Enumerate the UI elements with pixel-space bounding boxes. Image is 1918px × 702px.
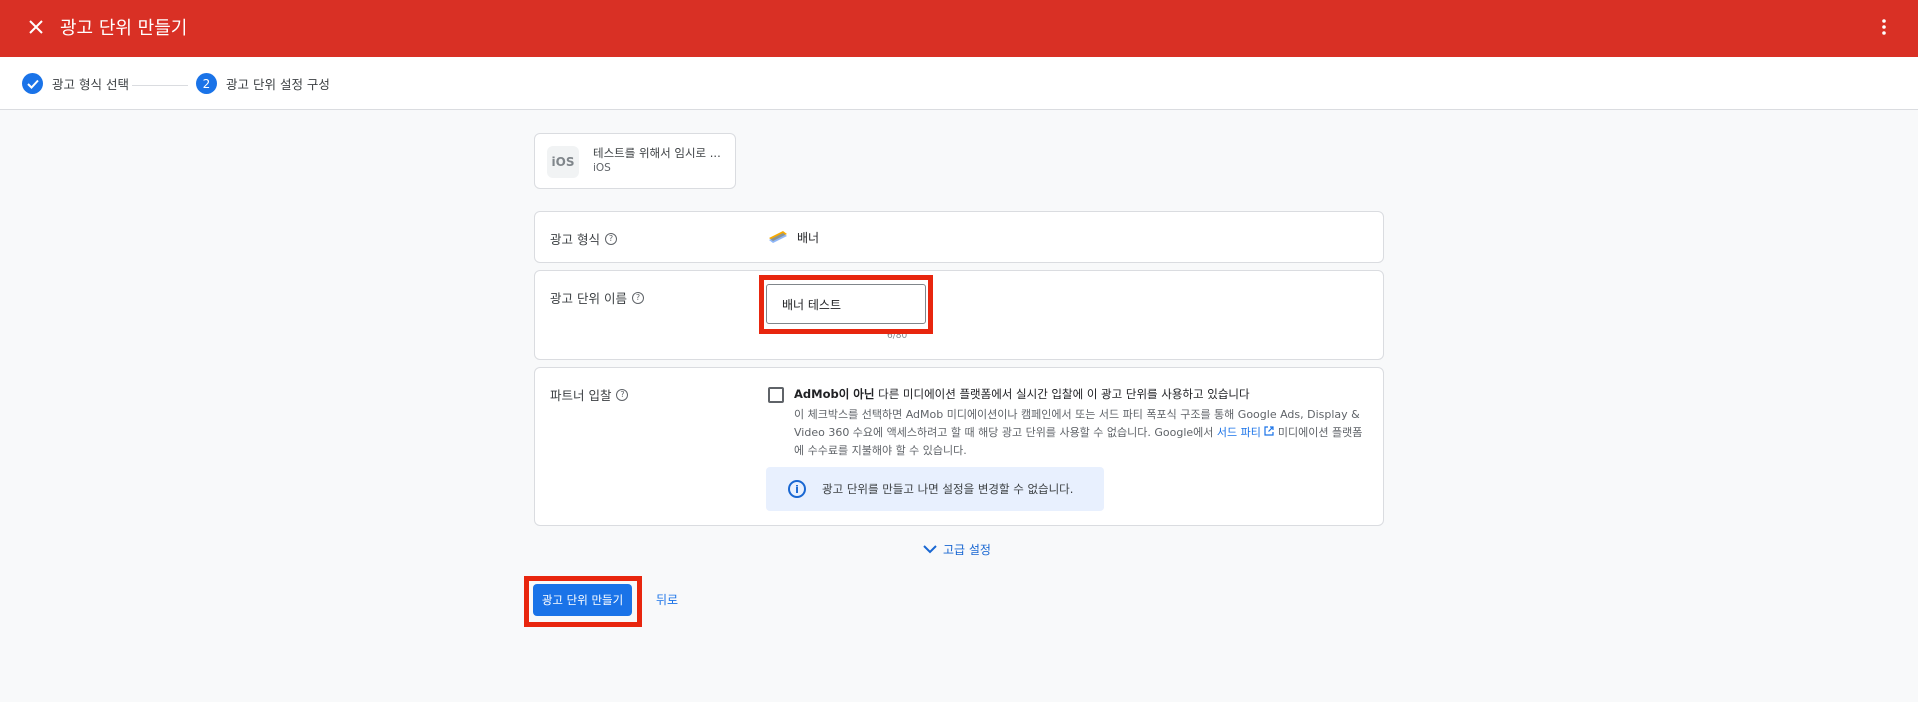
advanced-settings-label: 고급 설정 [943, 543, 991, 557]
ad-format-value-text: 배너 [797, 231, 820, 245]
app-header: 광고 단위 만들기 [0, 0, 1918, 57]
partner-bidding-card: 파트너 입찰 ? AdMob이 아닌 다른 미디에이션 플랫폼에서 실시간 입찰… [534, 367, 1384, 526]
third-party-link[interactable]: 서드 파티 [1216, 426, 1275, 439]
highlight-name-input [759, 275, 933, 334]
partner-bidding-label-text: 파트너 입찰 [550, 388, 612, 403]
help-icon[interactable]: ? [604, 232, 617, 245]
step-number: 2 [196, 73, 217, 94]
partner-bidding-description: 이 체크박스를 선택하면 AdMob 미디에이션이나 캠페인에서 또는 서드 파… [794, 406, 1364, 460]
chevron-down-icon [923, 543, 937, 557]
help-icon[interactable]: ? [616, 388, 629, 401]
ad-format-card: 광고 형식 ? 배너 [534, 211, 1384, 263]
back-button[interactable]: 뒤로 [656, 591, 678, 608]
info-icon: i [788, 480, 806, 498]
external-link-icon [1264, 426, 1275, 439]
app-name: 테스트를 위해서 임시로 ... [593, 146, 721, 160]
ios-app-icon: iOS [547, 146, 579, 178]
ad-format-label-text: 광고 형식 [550, 232, 600, 247]
ad-unit-name-label: 광고 단위 이름 ? [550, 288, 644, 307]
info-banner: i 광고 단위를 만들고 나면 설정을 변경할 수 없습니다. [766, 467, 1104, 511]
more-vert-icon[interactable] [1872, 15, 1896, 39]
app-platform: iOS [593, 162, 611, 174]
third-party-link-text: 서드 파티 [1216, 426, 1261, 439]
checkbox-label-bold: AdMob이 아닌 [794, 387, 875, 401]
checkbox-label-rest: 다른 미디에이션 플랫폼에서 실시간 입찰에 이 광고 단위를 사용하고 있습니… [874, 387, 1250, 401]
page-title: 광고 단위 만들기 [60, 18, 188, 39]
app-card: iOS 테스트를 위해서 임시로 ... iOS [534, 133, 736, 189]
partner-bidding-checkbox-label[interactable]: AdMob이 아닌 다른 미디에이션 플랫폼에서 실시간 입찰에 이 광고 단위… [794, 386, 1250, 402]
step-label: 광고 형식 선택 [52, 77, 129, 92]
help-icon[interactable]: ? [631, 291, 644, 304]
highlight-create-button [524, 576, 642, 627]
partner-bidding-checkbox[interactable] [768, 387, 784, 403]
step-configure-settings: 2 광고 단위 설정 구성 [196, 73, 330, 94]
check-circle-icon [22, 73, 43, 94]
step-select-format: 광고 형식 선택 [22, 73, 129, 94]
partner-bidding-label: 파트너 입찰 ? [550, 385, 629, 404]
info-text: 광고 단위를 만들고 나면 설정을 변경할 수 없습니다. [822, 482, 1074, 496]
ad-format-label: 광고 형식 ? [550, 229, 617, 248]
close-icon[interactable] [24, 15, 48, 39]
ad-format-value: 배너 [767, 228, 819, 247]
stepper: 광고 형식 선택 2 광고 단위 설정 구성 [0, 57, 1918, 110]
banner-format-icon [767, 228, 789, 247]
ad-unit-name-label-text: 광고 단위 이름 [550, 291, 627, 306]
advanced-settings-toggle[interactable]: 고급 설정 [923, 541, 991, 558]
stepper-connector [132, 85, 188, 86]
ad-unit-name-card: 광고 단위 이름 ? 6/80 [534, 270, 1384, 360]
step-label: 광고 단위 설정 구성 [226, 77, 330, 92]
